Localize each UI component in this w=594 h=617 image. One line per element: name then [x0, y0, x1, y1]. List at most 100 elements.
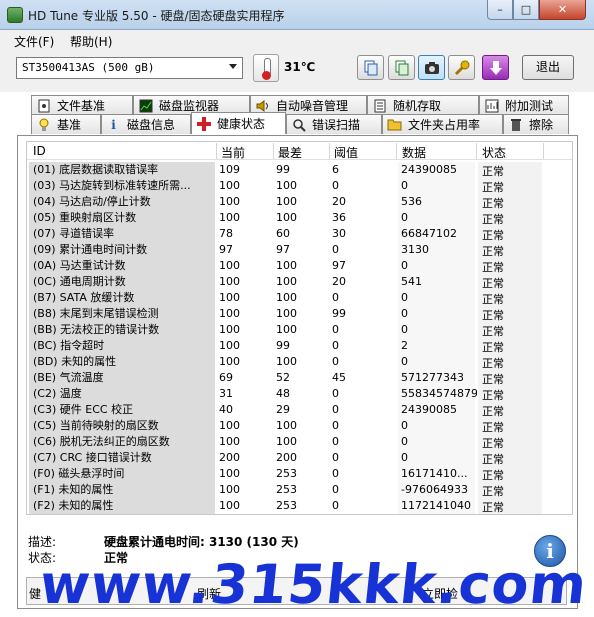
table-row[interactable]: (0C) 通电周期计数 100 100 20 541 正常 — [27, 274, 572, 290]
cell-current: 100 — [219, 355, 240, 368]
cell-data: -976064933 — [401, 483, 468, 496]
table-row[interactable]: (05) 重映射扇区计数 100 100 36 0 正常 — [27, 210, 572, 226]
tab-label: 文件基准 — [57, 99, 106, 113]
minimize-button[interactable]: – — [487, 0, 513, 20]
chevron-down-icon[interactable] — [229, 64, 237, 69]
cell-threshold: 0 — [332, 355, 339, 368]
copy-info-button[interactable] — [357, 55, 384, 80]
cell-status: 正常 — [482, 405, 504, 418]
table-row[interactable]: (04) 马达启动/停止计数 100 100 20 536 正常 — [27, 194, 572, 210]
table-row[interactable]: (F0) 磁头悬浮时间 100 253 0 16171410... 正常 — [27, 466, 572, 482]
error-scan-icon — [291, 117, 306, 132]
extra-tests-icon — [484, 98, 499, 113]
table-row[interactable]: (BB) 无法校正的错误计数 100 100 0 0 正常 — [27, 322, 572, 338]
header-threshold[interactable]: 阈值 — [334, 144, 358, 161]
cell-worst: 100 — [276, 355, 297, 368]
cell-id: (F2) 未知的属性 — [29, 498, 215, 514]
cell-threshold: 6 — [332, 163, 339, 176]
cell-threshold: 0 — [332, 243, 339, 256]
exit-button[interactable]: 退出 — [522, 55, 574, 80]
tab-random-access[interactable]: 随机存取 — [367, 95, 479, 115]
table-row[interactable]: (C2) 温度 31 48 0 55834574879 正常 — [27, 386, 572, 402]
header-data[interactable]: 数据 — [402, 144, 426, 161]
cell-status: 正常 — [482, 197, 504, 210]
info-icon: i — [111, 117, 116, 132]
cell-current: 100 — [219, 211, 240, 224]
menu-help[interactable]: 帮助(H) — [70, 33, 112, 50]
cell-status: 正常 — [482, 485, 504, 498]
table-row[interactable]: (07) 寻道错误率 78 60 30 66847102 正常 — [27, 226, 572, 242]
cell-data: 55834574879 — [401, 387, 477, 400]
table-row[interactable]: (BE) 气流温度 69 52 45 571277343 正常 — [27, 370, 572, 386]
cell-id: (F0) 磁头悬浮时间 — [29, 466, 215, 482]
close-button[interactable]: ✕ — [539, 0, 586, 20]
cell-threshold: 97 — [332, 259, 346, 272]
cell-data: 0 — [401, 451, 408, 464]
cell-current: 100 — [219, 323, 240, 336]
tab-health[interactable]: 健康状态 — [191, 112, 286, 134]
cell-id: (03) 马达旋转到标准转速所需... — [29, 178, 215, 194]
table-row[interactable]: (F2) 未知的属性 100 253 0 1172141040 正常 — [27, 498, 572, 514]
table-row[interactable]: (09) 累计通电时间计数 97 97 0 3130 正常 — [27, 242, 572, 258]
table-row[interactable]: (03) 马达旋转到标准转速所需... 100 100 0 0 正常 — [27, 178, 572, 194]
folder-icon — [387, 117, 402, 132]
cell-worst: 100 — [276, 211, 297, 224]
header-current[interactable]: 当前 — [221, 144, 245, 161]
cell-status: 正常 — [482, 277, 504, 290]
copy-all-button[interactable] — [388, 55, 415, 80]
header-worst[interactable]: 最差 — [278, 144, 302, 161]
cell-id: (B7) SATA 放缓计数 — [29, 290, 215, 306]
cell-threshold: 45 — [332, 371, 346, 384]
cell-id: (BB) 无法校正的错误计数 — [29, 322, 215, 338]
cell-data: 0 — [401, 211, 408, 224]
header-status[interactable]: 状态 — [482, 144, 506, 161]
cell-data: 0 — [401, 323, 408, 336]
cell-status: 正常 — [482, 389, 504, 402]
cell-id: (04) 马达启动/停止计数 — [29, 194, 215, 210]
screenshot-button[interactable] — [418, 55, 445, 80]
cell-status: 正常 — [482, 245, 504, 258]
cell-id: (B8) 末尾到末尾错误检测 — [29, 306, 215, 322]
table-row[interactable]: (01) 底层数据读取错误率 109 99 6 24390085 正常 — [27, 162, 572, 178]
table-row[interactable]: (F1) 未知的属性 100 253 0 -976064933 正常 — [27, 482, 572, 498]
table-row[interactable]: (C3) 硬件 ECC 校正 40 29 0 24390085 正常 — [27, 402, 572, 418]
cell-worst: 100 — [276, 179, 297, 192]
disk-monitor-icon — [138, 98, 153, 113]
cell-data: 0 — [401, 435, 408, 448]
tab-label: 随机存取 — [393, 99, 442, 113]
cell-status: 正常 — [482, 501, 504, 514]
watermark: www.315kkk.com — [36, 553, 591, 616]
cell-id: (0C) 通电周期计数 — [29, 274, 215, 290]
tab-file-benchmark[interactable]: 文件基准 — [31, 95, 133, 115]
cell-current: 200 — [219, 451, 240, 464]
header-id[interactable]: ID — [33, 144, 46, 158]
menu-file[interactable]: 文件(F) — [14, 33, 54, 50]
cell-id: (C5) 当前待映射的扇区数 — [29, 418, 215, 434]
tab-erase[interactable]: 擦除 — [503, 114, 569, 134]
table-row[interactable]: (BD) 未知的属性 100 100 0 0 正常 — [27, 354, 572, 370]
save-button[interactable] — [482, 55, 509, 80]
options-button[interactable] — [448, 55, 475, 80]
cell-threshold: 0 — [332, 499, 339, 512]
table-row[interactable]: (BC) 指令超时 100 99 0 2 正常 — [27, 338, 572, 354]
drive-select[interactable]: ST3500413AS (500 gB) — [16, 57, 243, 79]
cell-worst: 99 — [276, 163, 290, 176]
tab-disk-info[interactable]: i 磁盘信息 — [101, 114, 191, 134]
table-row[interactable]: (C5) 当前待映射的扇区数 100 100 0 0 正常 — [27, 418, 572, 434]
cell-data: 2 — [401, 339, 408, 352]
cell-threshold: 99 — [332, 307, 346, 320]
maximize-button[interactable]: □ — [513, 0, 539, 20]
table-row[interactable]: (B7) SATA 放缓计数 100 100 0 0 正常 — [27, 290, 572, 306]
cell-data: 16171410... — [401, 467, 468, 480]
cell-current: 100 — [219, 467, 240, 480]
table-row[interactable]: (B8) 末尾到末尾错误检测 100 100 99 0 正常 — [27, 306, 572, 322]
cell-data: 3130 — [401, 243, 429, 256]
cell-worst: 100 — [276, 275, 297, 288]
table-row[interactable]: (C7) CRC 接口错误计数 200 200 0 0 正常 — [27, 450, 572, 466]
tab-folder-usage[interactable]: 文件夹占用率 — [382, 114, 503, 134]
tab-extra-tests[interactable]: 附加测试 — [479, 95, 569, 115]
tab-benchmark[interactable]: 基准 — [31, 114, 101, 134]
table-row[interactable]: (C6) 脱机无法纠正的扇区数 100 100 0 0 正常 — [27, 434, 572, 450]
tab-error-scan[interactable]: 错误扫描 — [286, 114, 382, 134]
table-row[interactable]: (0A) 马达重试计数 100 100 97 0 正常 — [27, 258, 572, 274]
